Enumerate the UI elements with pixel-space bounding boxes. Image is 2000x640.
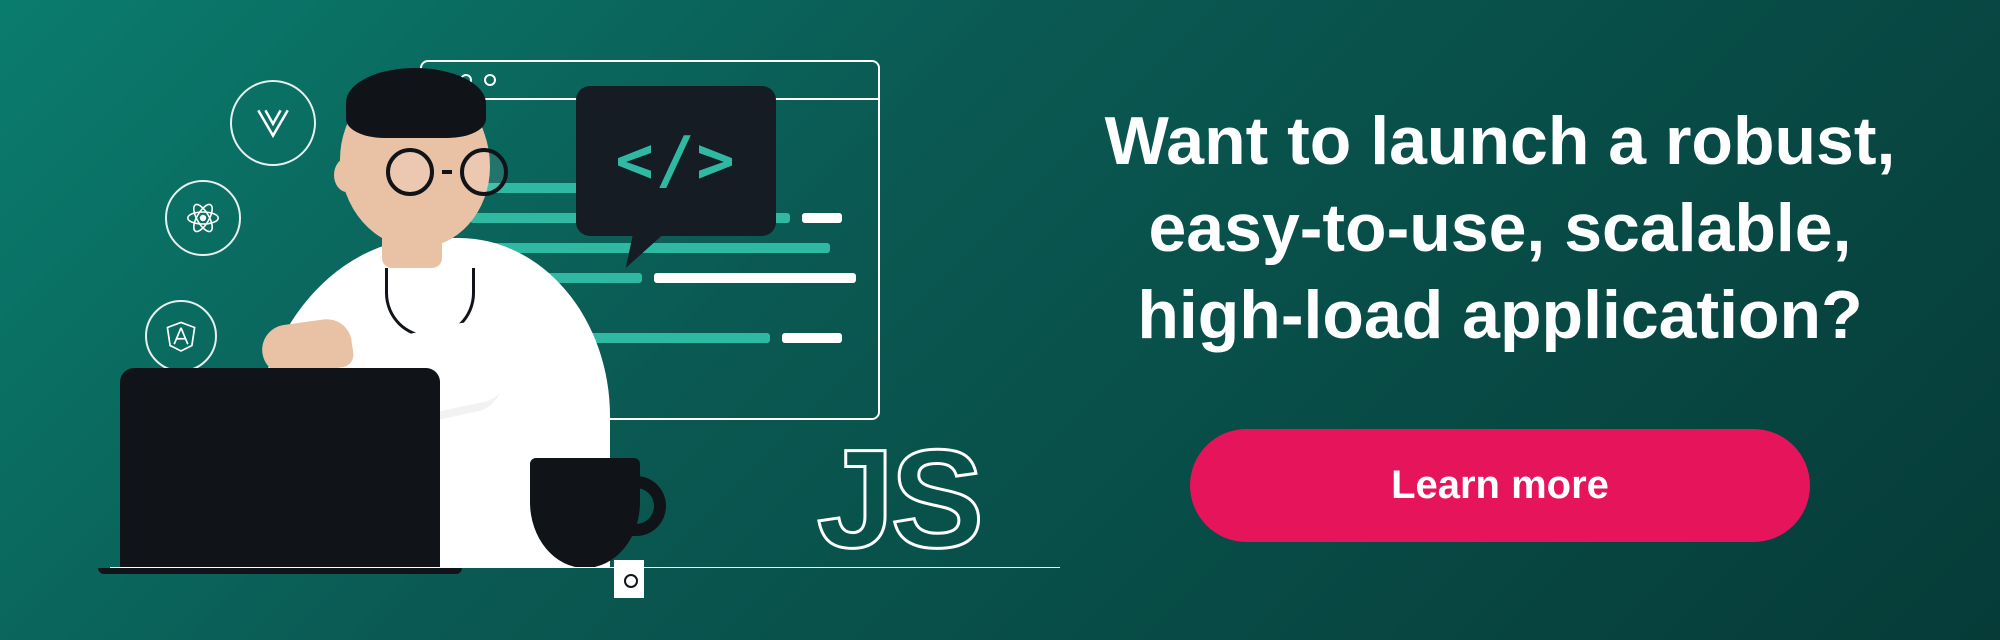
cta-section: Want to launch a robust, easy-to-use, sc… xyxy=(1100,98,2000,542)
coffee-mug-icon xyxy=(530,458,640,568)
js-text-icon: JS xyxy=(817,418,980,580)
glasses-icon xyxy=(386,148,508,196)
desk-line xyxy=(110,567,1060,568)
window-dot-icon xyxy=(484,74,496,86)
illustration: </> </> xyxy=(0,0,1100,640)
learn-more-button[interactable]: Learn more xyxy=(1190,429,1810,542)
headline-text: Want to launch a robust, easy-to-use, sc… xyxy=(1100,98,1900,359)
promo-banner: </> </> xyxy=(0,0,2000,640)
angular-icon xyxy=(145,300,217,372)
laptop-icon xyxy=(120,368,440,568)
code-speech-bubble: </> xyxy=(576,86,776,236)
code-bracket-icon: </> xyxy=(615,124,737,198)
